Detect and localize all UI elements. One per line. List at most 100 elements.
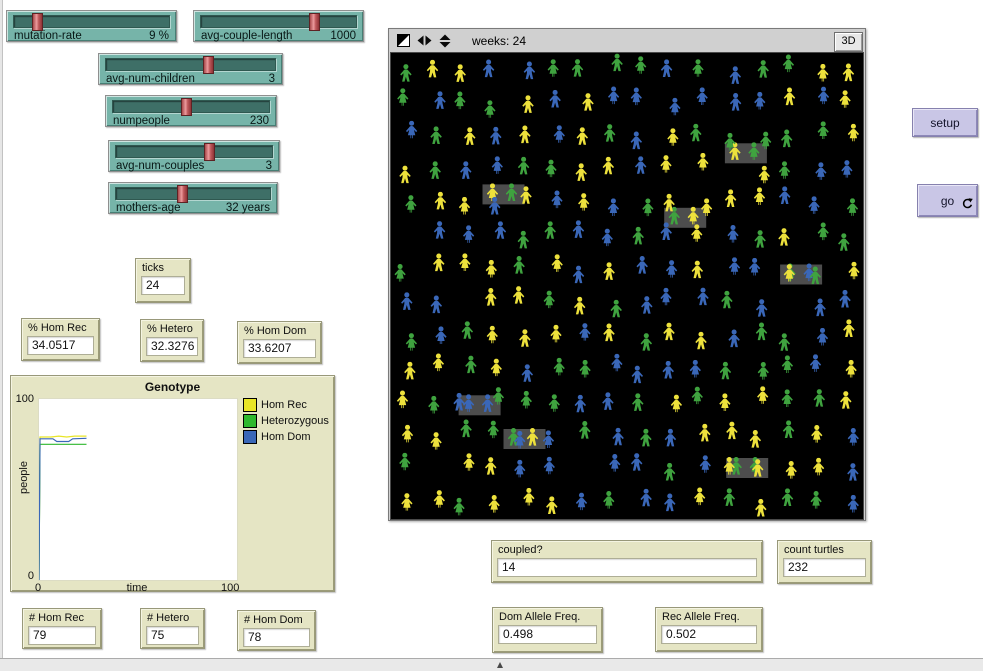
person-sprite bbox=[603, 157, 614, 175]
vertical-pan-icon[interactable] bbox=[439, 34, 451, 48]
slider-mothers-age[interactable]: mothers-age 32 years bbox=[108, 182, 278, 214]
person-sprite bbox=[573, 266, 584, 284]
monitor-label: # Hetero bbox=[147, 612, 199, 624]
couple-highlight bbox=[504, 429, 546, 449]
view-resize-icon[interactable] bbox=[397, 34, 410, 47]
person-sprite bbox=[485, 288, 496, 306]
slider-track[interactable] bbox=[112, 100, 270, 113]
person-sprite bbox=[779, 186, 790, 204]
person-sprite bbox=[582, 93, 593, 111]
person-sprite bbox=[700, 455, 711, 473]
legend-swatch-hom-dom bbox=[243, 430, 257, 444]
person-sprite bbox=[839, 290, 850, 308]
person-sprite bbox=[464, 127, 475, 145]
person-sprite bbox=[730, 66, 741, 84]
slider-handle[interactable] bbox=[32, 13, 43, 31]
person-sprite bbox=[513, 286, 524, 304]
slider-handle[interactable] bbox=[204, 143, 215, 161]
person-sprite bbox=[460, 161, 471, 179]
slider-avg-num-children[interactable]: avg-num-children 3 bbox=[98, 53, 283, 85]
person-sprite bbox=[697, 153, 708, 171]
person-sprite bbox=[632, 227, 643, 245]
person-sprite bbox=[577, 127, 588, 145]
monitor-label: Rec Allele Freq. bbox=[662, 611, 757, 623]
slider-value: 3 bbox=[269, 73, 275, 85]
person-sprite bbox=[813, 458, 824, 476]
person-sprite bbox=[754, 230, 765, 248]
person-sprite bbox=[690, 360, 701, 378]
person-sprite bbox=[575, 163, 586, 181]
person-sprite bbox=[697, 87, 708, 105]
slider-avg-num-couples[interactable]: avg-num-couples 3 bbox=[108, 140, 280, 172]
person-sprite bbox=[632, 366, 643, 384]
person-sprite bbox=[755, 499, 766, 517]
person-sprite bbox=[724, 488, 735, 506]
slider-handle[interactable] bbox=[203, 56, 214, 74]
person-sprite bbox=[485, 457, 496, 475]
person-sprite bbox=[632, 393, 643, 411]
person-sprite bbox=[818, 121, 829, 139]
person-sprite bbox=[699, 424, 710, 442]
monitor-label: count turtles bbox=[784, 544, 866, 556]
person-sprite bbox=[847, 198, 858, 216]
slider-track[interactable] bbox=[115, 187, 271, 200]
horizontal-pan-icon[interactable] bbox=[417, 35, 432, 46]
go-button[interactable]: go bbox=[917, 184, 978, 217]
person-sprite bbox=[401, 493, 412, 511]
monitor-value: 14 bbox=[497, 558, 757, 577]
person-sprite bbox=[608, 87, 619, 105]
slider-avg-couple-length[interactable]: avg-couple-length 1000 bbox=[193, 10, 364, 42]
view-3d-button[interactable]: 3D bbox=[834, 32, 863, 52]
person-sprite bbox=[453, 498, 464, 516]
person-sprite bbox=[402, 425, 413, 443]
person-sprite bbox=[727, 225, 738, 243]
person-sprite bbox=[729, 257, 740, 275]
person-sprite bbox=[405, 195, 416, 213]
person-sprite bbox=[518, 157, 529, 175]
person-sprite bbox=[631, 453, 642, 471]
monitor-count-turtles: count turtles 232 bbox=[777, 540, 872, 584]
plot-canvas bbox=[39, 399, 237, 580]
monitor-value: 78 bbox=[243, 628, 310, 647]
slider-mutation-rate[interactable]: mutation-rate 9 % bbox=[6, 10, 177, 42]
slider-handle[interactable] bbox=[181, 98, 192, 116]
person-sprite bbox=[817, 328, 828, 346]
monitor-label: ticks bbox=[142, 262, 185, 274]
turtle-layer bbox=[391, 53, 863, 519]
person-sprite bbox=[640, 489, 651, 507]
person-sprite bbox=[721, 291, 732, 309]
world-canvas[interactable] bbox=[390, 52, 864, 520]
person-sprite bbox=[549, 90, 560, 108]
person-sprite bbox=[434, 91, 445, 109]
slider-track[interactable] bbox=[200, 15, 357, 28]
person-sprite bbox=[519, 329, 530, 347]
slider-track[interactable] bbox=[115, 145, 273, 158]
slider-handle[interactable] bbox=[309, 13, 320, 31]
person-sprite bbox=[428, 396, 439, 414]
person-sprite bbox=[522, 364, 533, 382]
slider-handle[interactable] bbox=[177, 185, 188, 203]
person-sprite bbox=[719, 393, 730, 411]
person-sprite bbox=[612, 428, 623, 446]
plot-title: Genotype bbox=[11, 376, 334, 394]
person-sprite bbox=[484, 100, 495, 118]
slider-track[interactable] bbox=[105, 58, 276, 71]
slider-track[interactable] bbox=[13, 15, 170, 28]
person-sprite bbox=[435, 192, 446, 210]
slider-numpeople[interactable]: numpeople 230 bbox=[105, 95, 277, 127]
person-sprite bbox=[459, 253, 470, 271]
person-sprite bbox=[726, 422, 737, 440]
person-sprite bbox=[669, 98, 680, 116]
monitor-coupled: coupled? 14 bbox=[491, 540, 763, 583]
monitor-dom-allele-freq: Dom Allele Freq. 0.498 bbox=[492, 607, 603, 653]
person-sprite bbox=[489, 495, 500, 513]
person-sprite bbox=[603, 324, 614, 342]
setup-button[interactable]: setup bbox=[912, 108, 978, 137]
person-sprite bbox=[695, 332, 706, 350]
legend-item-heterozygous: Heterozygous bbox=[243, 414, 329, 428]
person-sprite bbox=[397, 391, 408, 409]
person-sprite bbox=[394, 264, 405, 282]
person-sprite bbox=[492, 156, 503, 174]
person-sprite bbox=[514, 460, 525, 478]
y-axis-tick-max: 100 bbox=[12, 393, 34, 405]
